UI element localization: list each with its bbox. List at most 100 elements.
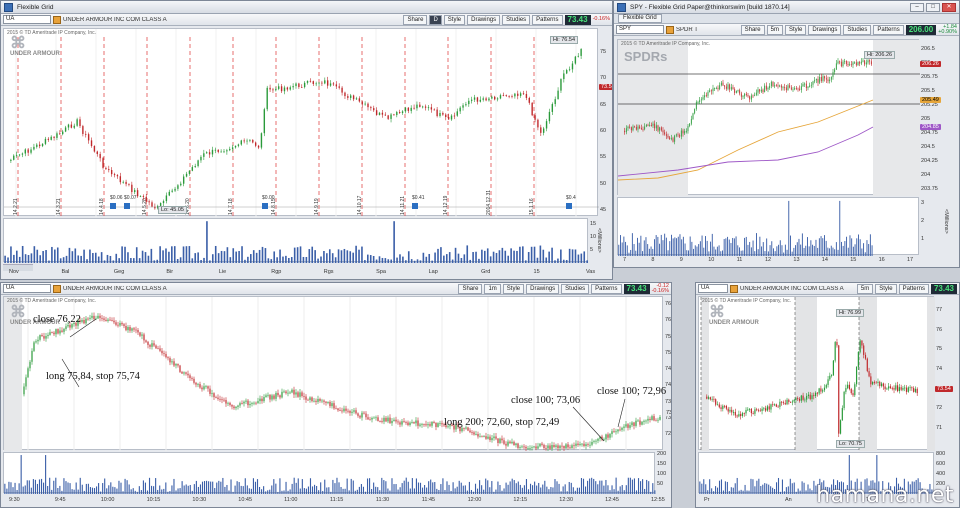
daily-volume-bar bbox=[328, 249, 331, 263]
intraday-candle bbox=[653, 416, 655, 421]
spy-volume-bar bbox=[747, 244, 749, 256]
period-button[interactable]: 5m bbox=[766, 24, 783, 35]
intraday-5m-candle bbox=[864, 354, 867, 359]
minimize-button[interactable]: – bbox=[910, 2, 924, 12]
price-pane-1m[interactable]: 2015 © TD Ameritrade IP Company, Inc. ⌘ U… bbox=[3, 296, 666, 451]
intraday-candle bbox=[555, 445, 557, 447]
daily-candle bbox=[62, 131, 64, 135]
intraday-5m-volume-bar bbox=[770, 486, 772, 494]
symbol-input[interactable]: UA bbox=[3, 284, 51, 293]
intraday-volume-bar bbox=[584, 486, 587, 494]
drawings-button[interactable]: Drawings bbox=[808, 24, 842, 35]
intraday-candle bbox=[613, 431, 615, 433]
style-button[interactable]: Style bbox=[443, 14, 466, 25]
symbol-input[interactable]: UA bbox=[698, 284, 728, 293]
intraday-volume-bar bbox=[240, 485, 242, 494]
window-titlebar[interactable]: Flexible Grid bbox=[1, 1, 612, 14]
spy-volume-bar bbox=[657, 236, 659, 256]
intraday-volume-bar bbox=[236, 481, 238, 494]
intraday-5m-volume-bar bbox=[709, 479, 711, 494]
spy-volume-bar bbox=[766, 238, 768, 256]
close-button[interactable]: ✕ bbox=[942, 2, 956, 12]
time-tick-label: 11:00 bbox=[284, 497, 298, 503]
intraday-candle bbox=[235, 406, 237, 409]
link-icon[interactable] bbox=[730, 284, 738, 293]
offhours-shade bbox=[701, 297, 709, 451]
intraday-candle bbox=[407, 422, 409, 426]
daily-volume-bar bbox=[457, 253, 460, 263]
patterns-button[interactable]: Patterns bbox=[898, 283, 929, 294]
spy-candle bbox=[849, 64, 851, 66]
patterns-button[interactable]: Patterns bbox=[532, 14, 563, 25]
grid-label[interactable]: Flexible Grid bbox=[618, 14, 662, 23]
period-button[interactable]: 5m bbox=[856, 283, 874, 294]
period-button[interactable]: 1m bbox=[484, 283, 501, 294]
share-button[interactable]: Share bbox=[403, 14, 428, 25]
intraday-volume-bar bbox=[220, 481, 222, 494]
intraday-5m-volume-bar bbox=[750, 478, 752, 494]
intraday-volume-bar bbox=[415, 478, 417, 494]
daily-volume-bar bbox=[273, 251, 276, 263]
maximize-button[interactable]: □ bbox=[926, 2, 940, 12]
daily-candle bbox=[162, 201, 165, 204]
period-button[interactable]: D bbox=[429, 14, 442, 25]
daily-volume-bar bbox=[542, 249, 545, 263]
link-icon[interactable] bbox=[53, 284, 61, 293]
drawings-button[interactable]: Drawings bbox=[526, 283, 560, 294]
studies-button[interactable]: Studies bbox=[843, 24, 872, 35]
daily-volume-bar bbox=[302, 256, 305, 263]
daily-volume-bar bbox=[407, 251, 410, 263]
patterns-button[interactable]: Patterns bbox=[591, 283, 622, 294]
intraday-candle bbox=[477, 434, 479, 437]
axis-tick-label: 800 bbox=[936, 451, 946, 457]
intraday-5m-candle bbox=[905, 387, 908, 392]
daily-volume-bar bbox=[381, 257, 384, 263]
daily-volume-bar bbox=[349, 251, 352, 263]
intraday-volume bbox=[4, 455, 656, 494]
drawings-button[interactable]: Drawings bbox=[467, 14, 501, 25]
studies-button[interactable]: Studies bbox=[502, 14, 531, 25]
intraday-volume-bar bbox=[560, 491, 562, 494]
daily-volume-bar bbox=[206, 221, 208, 263]
intraday-candle bbox=[293, 389, 295, 395]
intraday-candle bbox=[493, 436, 495, 439]
axis-tick-label: 200 bbox=[657, 451, 667, 457]
intraday-volume-bar bbox=[387, 488, 389, 494]
daily-volume-bar bbox=[393, 221, 395, 263]
style-button[interactable]: Style bbox=[875, 283, 897, 294]
intraday-volume-bar bbox=[426, 487, 428, 494]
event-label: 14.3.21 bbox=[56, 198, 62, 215]
spy-volume-bar bbox=[689, 236, 691, 256]
symbol-input[interactable]: SPY bbox=[616, 25, 664, 34]
price-pane-5m[interactable]: 2015 © TD Ameritrade IP Company, Inc. ⌘ U… bbox=[698, 296, 935, 451]
window-titlebar-spy[interactable]: SPY - Flexible Grid Paper@thinkorswim [b… bbox=[614, 1, 959, 14]
price-pane[interactable]: 14.2.21 14.3.21 14.4.18 14.5.20 14.6.20 14.7.… bbox=[3, 28, 599, 217]
price-pane-spy[interactable]: 2015 © TD Ameritrade IP Company, Inc. SP… bbox=[617, 39, 920, 196]
intraday-candle bbox=[527, 448, 529, 450]
share-button[interactable]: Share bbox=[740, 24, 765, 35]
link-icon[interactable] bbox=[666, 25, 674, 34]
intraday-5m-volume-bar bbox=[701, 483, 703, 494]
intraday-5m-candle bbox=[877, 381, 879, 383]
intraday-volume-bar bbox=[350, 478, 352, 494]
symbol-input[interactable]: UA bbox=[3, 15, 51, 24]
intraday-volume-bar bbox=[513, 480, 515, 494]
spy-volume-bar bbox=[620, 235, 621, 256]
style-button[interactable]: Style bbox=[784, 24, 807, 35]
style-button[interactable]: Style bbox=[502, 283, 525, 294]
spy-candle bbox=[639, 126, 641, 128]
intraday-candle bbox=[651, 416, 653, 421]
intraday-volume-bar bbox=[69, 483, 71, 494]
daily-candle bbox=[237, 144, 240, 146]
studies-button[interactable]: Studies bbox=[561, 283, 590, 294]
share-button[interactable]: Share bbox=[458, 283, 483, 294]
intraday-5m-candle bbox=[770, 404, 772, 410]
intraday-volume-bar bbox=[311, 486, 314, 494]
link-icon[interactable] bbox=[53, 15, 61, 24]
spy-volume-bar bbox=[842, 245, 844, 256]
intraday-volume-bar bbox=[340, 486, 342, 494]
patterns-button[interactable]: Patterns bbox=[873, 24, 904, 35]
spy-candle bbox=[840, 61, 842, 67]
annotation-long-2: long 200; 72,60, stop 72,49 bbox=[444, 417, 560, 428]
daily-volume-bar bbox=[188, 246, 191, 263]
